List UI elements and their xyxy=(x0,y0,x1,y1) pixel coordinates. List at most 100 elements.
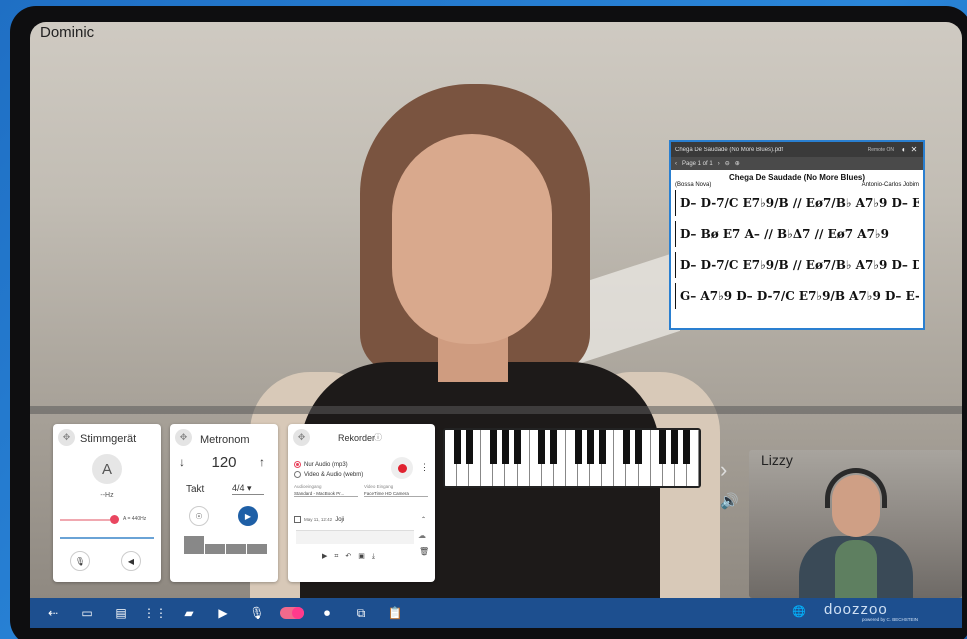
reference-slider-knob[interactable] xyxy=(110,515,120,524)
more-icon[interactable]: ⋮ xyxy=(420,462,429,473)
save-icon[interactable]: ▣ xyxy=(358,553,372,560)
chord-row: D– Bø E7 A– ∕∕ B♭Δ7 ∕∕ Eø7 A7♭9 xyxy=(675,221,919,247)
camera-icon[interactable]: ▶ xyxy=(212,602,234,624)
waveform[interactable] xyxy=(296,530,414,544)
language-icon[interactable]: 🌐 xyxy=(792,605,806,618)
tone-button[interactable]: ◀ xyxy=(121,551,141,571)
audio-input-select[interactable]: Standard - MacBook Pr... xyxy=(294,491,358,497)
download-icon[interactable]: ⤓ xyxy=(372,553,382,560)
headphones xyxy=(825,468,887,508)
microphone-button[interactable]: 🎙 xyxy=(70,551,90,571)
tuner-title: Stimmgerät xyxy=(80,433,137,445)
radio-video[interactable] xyxy=(294,471,301,478)
entry-name: Joji xyxy=(335,516,345,523)
sheet-composer: Antonio-Carlos Jobim xyxy=(861,182,919,188)
sheet-style: (Bossa Nova) xyxy=(675,182,712,188)
play-icon[interactable]: ▶ xyxy=(322,553,334,560)
bottom-toolbar: ⇠ ▭ ▤ ⋮⋮ ▰ ▶ 🎙 ⏺ ⧉ 📋 xyxy=(30,598,962,628)
lead-sheet: Chega De Saudade (No More Blues) (Bossa … xyxy=(671,170,923,312)
chord-row: G– A7♭9 D– D-7/C E7♭9/B A7♭9 D– E-7 A7 xyxy=(675,283,919,309)
pdf-navigation: ‹ Page 1 of 1 › ⊖ ⊕ xyxy=(671,157,923,170)
black-key[interactable] xyxy=(465,430,473,464)
beat-indicator xyxy=(184,536,204,554)
collapse-icon[interactable]: ⌃ xyxy=(421,516,426,523)
time-signature-value: 4/4 xyxy=(232,483,245,493)
black-key[interactable] xyxy=(538,430,546,464)
metronome-play-button[interactable]: ▶ xyxy=(238,506,258,526)
chord-row: D– D-7/C E7♭9/B ∕∕ Eø7/B♭ A7♭9 D– D7♭9 xyxy=(675,252,919,278)
metronome-title: Metronom xyxy=(200,434,250,446)
chevron-right-icon[interactable]: › xyxy=(720,457,727,483)
speaker-icon[interactable]: 🔊 xyxy=(720,492,739,510)
black-key[interactable] xyxy=(622,430,630,464)
info-icon[interactable]: ⓘ xyxy=(374,432,382,443)
brand-subline: powered by C. BECHSTEIN xyxy=(862,617,919,622)
record-icon[interactable]: ⏺ xyxy=(316,602,338,624)
playback-tools: ▶⌗↶▣⤓ xyxy=(322,552,382,561)
drag-handle-icon[interactable]: ✥ xyxy=(58,429,75,446)
black-key[interactable] xyxy=(598,430,606,464)
time-signature-select[interactable]: 4/4 ▾ xyxy=(232,483,264,495)
prev-page-icon[interactable]: ‹ xyxy=(675,161,677,167)
recording-entry[interactable]: May 11, 12:42 Joji ⌃ xyxy=(294,516,426,523)
drag-handle-icon[interactable]: ✥ xyxy=(175,429,192,446)
close-icon[interactable]: ✕ xyxy=(909,145,919,154)
black-key[interactable] xyxy=(635,430,643,464)
recorder-title: Rekorder xyxy=(338,433,376,443)
pdf-titlebar: Chega De Saudade (No More Blues).pdf Rem… xyxy=(671,142,923,157)
black-key[interactable] xyxy=(586,430,594,464)
beat-indicator xyxy=(247,544,267,554)
screen-share-icon[interactable]: ⧉ xyxy=(350,602,372,624)
entry-checkbox[interactable] xyxy=(294,516,301,523)
black-key[interactable] xyxy=(514,430,522,464)
chat-icon[interactable]: ▭ xyxy=(76,602,98,624)
zoom-out-icon[interactable]: ⊖ xyxy=(725,160,730,167)
black-key[interactable] xyxy=(550,430,558,464)
black-key[interactable] xyxy=(659,430,667,464)
video-divider xyxy=(30,406,962,414)
delete-icon[interactable]: 🗑 xyxy=(419,547,429,556)
microphone-icon[interactable]: 🎙 xyxy=(246,602,268,624)
video-input-select[interactable]: FaceTime HD Camera xyxy=(364,491,428,497)
black-key[interactable] xyxy=(453,430,461,464)
radio-audio[interactable] xyxy=(294,461,301,468)
audio-toggle[interactable] xyxy=(280,607,304,619)
reference-slider-track[interactable] xyxy=(60,519,111,521)
option-audio[interactable]: Nur Audio (mp3) xyxy=(294,461,348,468)
undo-icon[interactable]: ↶ xyxy=(345,553,358,560)
tap-tempo-button[interactable]: ☉ xyxy=(189,506,209,526)
tuner-note: A xyxy=(92,454,122,484)
documents-icon[interactable]: ▤ xyxy=(110,602,132,624)
black-key[interactable] xyxy=(489,430,497,464)
clipboard-icon[interactable]: 📋 xyxy=(384,602,406,624)
option-video[interactable]: Video & Audio (webm) xyxy=(294,471,363,478)
piano-keyboard[interactable] xyxy=(443,428,701,488)
zoom-in-icon[interactable]: ⊕ xyxy=(735,160,740,167)
black-key[interactable] xyxy=(501,430,509,464)
pdf-remote-status: Remote ON xyxy=(867,146,894,153)
video-off-icon[interactable]: ▰ xyxy=(178,602,200,624)
black-key[interactable] xyxy=(574,430,582,464)
black-key[interactable] xyxy=(671,430,679,464)
recorder-panel: ✥ Rekorder ⓘ Nur Audio (mp3) Video & Aud… xyxy=(288,424,435,582)
brand-logo: doozzoo xyxy=(824,601,888,618)
crop-icon[interactable]: ⌗ xyxy=(334,553,345,560)
record-button[interactable] xyxy=(391,457,413,479)
cloud-icon[interactable]: ☁ xyxy=(418,531,426,540)
drag-handle-icon[interactable]: ✥ xyxy=(293,429,310,446)
chord-row: D– D-7/C E7♭9/B ∕∕ Eø7/B♭ A7♭9 D– Eø A7 xyxy=(675,190,919,216)
metronome-panel: ✥ Metronom ↓ 120 ↑ Takt 4/4 ▾ ☉ ▶ xyxy=(170,424,278,582)
side-video[interactable]: Lizzy xyxy=(749,450,962,598)
toggle-icon[interactable]: ◐ xyxy=(899,145,909,154)
video-input-label: Video Eingang xyxy=(364,484,394,489)
tuner-meter xyxy=(60,537,154,539)
next-page-icon[interactable]: › xyxy=(718,161,720,167)
black-key[interactable] xyxy=(683,430,691,464)
entry-date: May 11, 12:42 xyxy=(304,517,333,522)
participant-face xyxy=(392,134,552,344)
tempo-up-icon[interactable]: ↑ xyxy=(259,455,265,469)
apps-grid-icon[interactable]: ⋮⋮ xyxy=(143,602,167,624)
leave-icon[interactable]: ⇠ xyxy=(42,602,64,624)
pdf-page-indicator: Page 1 of 1 xyxy=(682,160,713,167)
pdf-viewer[interactable]: Chega De Saudade (No More Blues).pdf Rem… xyxy=(669,140,925,330)
